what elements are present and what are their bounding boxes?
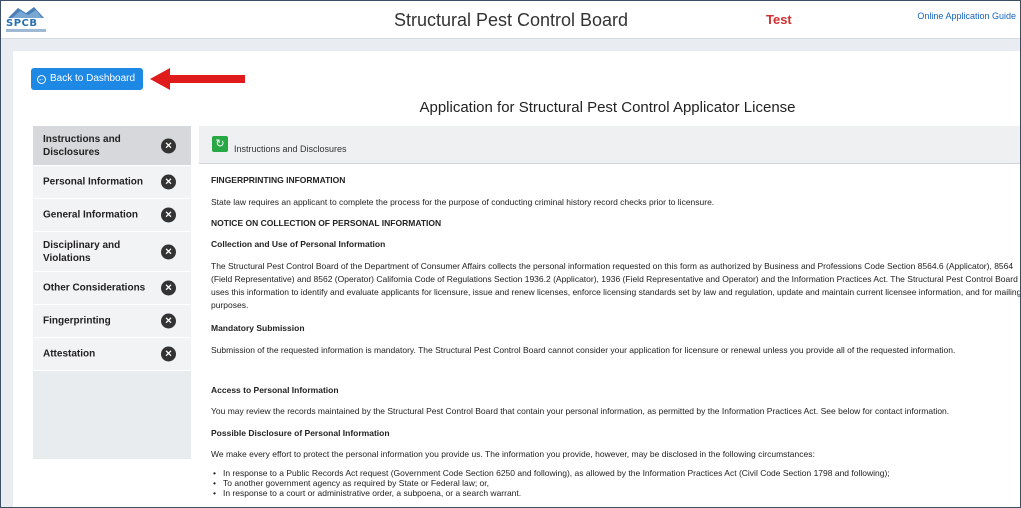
heading-access: Access to Personal Information [211, 385, 339, 395]
heading-disclosure: Possible Disclosure of Personal Informat… [211, 428, 390, 438]
sidebar-item-label: General Information [43, 209, 139, 221]
close-icon: ✕ [161, 138, 176, 153]
paragraph-collection: The Structural Pest Control Board of the… [211, 261, 1021, 310]
section-content: ↻ Instructions and Disclosures FINGERPRI… [199, 126, 1021, 507]
list-item: In response to a Public Records Act requ… [211, 468, 1020, 478]
close-icon: ✕ [161, 174, 176, 190]
sidebar-item-label: Fingerprinting [43, 315, 111, 327]
paragraph-mandatory: Submission of the requested information … [211, 345, 956, 355]
sidebar-item-label: Disciplinary and Violations [43, 239, 121, 264]
site-title: Structural Pest Control Board [393, 10, 629, 30]
environment-badge: Test [766, 12, 792, 27]
refresh-icon[interactable]: ↻ [212, 136, 228, 152]
section-header-label: Instructions and Disclosures [234, 144, 347, 154]
main-page: ← Back to Dashboard Application for Stru… [13, 51, 1021, 507]
sidebar-item-attestation[interactable]: Attestation ✕ [33, 338, 191, 371]
section-sidebar: Instructions and Disclosures ✕ Personal … [33, 126, 191, 459]
sidebar-item-general-information[interactable]: General Information ✕ [33, 199, 191, 232]
list-item: In response to a court or administrative… [211, 488, 1020, 498]
spcb-logo[interactable]: SPCB [6, 5, 46, 35]
heading-mandatory: Mandatory Submission [211, 323, 305, 333]
back-button-label: Back to Dashboard [50, 73, 136, 84]
back-to-dashboard-button[interactable]: ← Back to Dashboard [31, 68, 143, 90]
sidebar-item-instructions[interactable]: Instructions and Disclosures ✕ [33, 126, 191, 166]
close-icon: ✕ [161, 207, 176, 223]
logo-underline [6, 29, 46, 32]
back-arrow-icon: ← [37, 74, 46, 84]
close-icon: ✕ [161, 280, 176, 296]
page-title: Application for Structural Pest Control … [419, 99, 796, 116]
paragraph-access: You may review the records maintained by… [211, 406, 950, 416]
paragraph-fingerprinting: State law requires an applicant to compl… [211, 197, 715, 207]
red-pointer-arrow-icon [150, 68, 245, 90]
section-header: ↻ Instructions and Disclosures [199, 126, 1020, 164]
heading-fingerprinting: FINGERPRINTING INFORMATION [211, 175, 346, 185]
online-application-guide-link[interactable]: Online Application Guide [917, 1, 1016, 31]
top-header: SPCB Structural Pest Control Board Test … [1, 1, 1020, 39]
heading-notice: NOTICE ON COLLECTION OF PERSONAL INFORMA… [211, 218, 442, 228]
logo-text: SPCB [6, 18, 38, 29]
disclosure-list: In response to a Public Records Act requ… [211, 468, 1020, 498]
sidebar-item-disciplinary[interactable]: Disciplinary and Violations ✕ [33, 232, 191, 272]
sidebar-item-fingerprinting[interactable]: Fingerprinting ✕ [33, 305, 191, 338]
sidebar-item-label: Attestation [43, 348, 96, 360]
heading-collection: Collection and Use of Personal Informati… [211, 239, 386, 249]
app-window: SPCB Structural Pest Control Board Test … [0, 0, 1021, 508]
sidebar-item-label: Other Considerations [43, 282, 146, 294]
close-icon: ✕ [161, 313, 176, 329]
sidebar-item-personal-information[interactable]: Personal Information ✕ [33, 166, 191, 199]
close-icon: ✕ [161, 346, 176, 362]
sidebar-item-label: Personal Information [43, 176, 144, 188]
close-icon: ✕ [161, 244, 176, 259]
sidebar-item-other-considerations[interactable]: Other Considerations ✕ [33, 272, 191, 305]
sidebar-item-label: Instructions and Disclosures [43, 133, 121, 158]
roof-icon [8, 7, 44, 18]
paragraph-disclosure: We make every effort to protect the pers… [211, 449, 815, 459]
list-item: To another government agency as required… [211, 478, 1020, 488]
